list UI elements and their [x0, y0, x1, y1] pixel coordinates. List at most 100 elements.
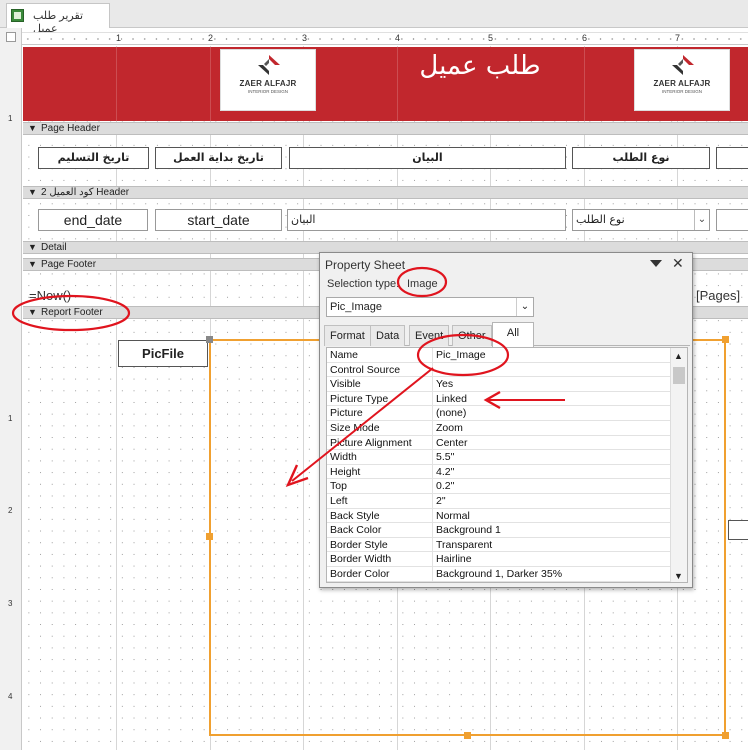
band-label: Report Footer — [41, 307, 103, 318]
property-row[interactable]: Height 4.2" — [327, 464, 670, 480]
picfile-label[interactable]: PicFile — [118, 340, 208, 367]
property-value[interactable]: Zoom — [436, 422, 463, 434]
property-row[interactable]: Picture (none) — [327, 406, 670, 421]
property-value[interactable]: 2" — [436, 495, 446, 507]
column-separator — [432, 362, 433, 377]
tab-data[interactable]: Data — [370, 325, 406, 346]
scroll-thumb[interactable] — [673, 367, 685, 384]
group-header-bar[interactable]: ▼ كود العميل 2 Header — [23, 186, 748, 199]
property-sheet-panel[interactable]: Property Sheet ✕ Selection type: Image P… — [319, 252, 693, 588]
logo-subtitle: INTERIOR DESIGN — [661, 89, 702, 94]
property-value[interactable]: Transparent — [436, 539, 492, 551]
report-title-label[interactable]: طلب عميل — [400, 51, 560, 81]
property-value[interactable]: 5.5" — [436, 451, 454, 463]
property-row[interactable]: Left 2" — [327, 494, 670, 509]
property-name: Left — [330, 495, 348, 507]
property-value[interactable]: 4.2" — [436, 466, 454, 478]
ruler-number: 1 — [116, 33, 122, 43]
logo-image-right[interactable]: ZAER ALFAJR INTERIOR DESIGN — [634, 49, 730, 111]
property-name: Border Width — [330, 553, 392, 566]
property-grid[interactable]: Name Pic_Image Control Source Visible Yes Pic… — [326, 347, 688, 583]
ruler-number: 1 — [8, 114, 13, 123]
label-request-type[interactable]: نوع الطلب — [572, 147, 710, 169]
label-offscreen[interactable] — [716, 147, 748, 169]
property-row[interactable]: Back Color Background 1 — [327, 523, 670, 538]
band-label: Detail — [41, 242, 67, 253]
object-selector[interactable]: Pic_Image ⌄ — [326, 297, 534, 317]
ruler-corner-select[interactable] — [0, 28, 22, 46]
property-row[interactable]: Name Pic_Image — [327, 348, 670, 363]
property-row[interactable]: Width 5.5" — [327, 450, 670, 465]
property-value[interactable]: Normal — [436, 510, 470, 522]
property-row[interactable]: Visible Yes — [327, 377, 670, 392]
property-name: Control Source — [330, 363, 401, 376]
property-value[interactable]: Hairline — [436, 553, 472, 565]
report-header-section[interactable]: ZAER ALFAJR INTERIOR DESIGN ZAER ALFAJR … — [23, 47, 748, 121]
resize-handle[interactable] — [722, 732, 729, 739]
property-row[interactable]: Border Color Background 1, Darker 35% — [327, 567, 670, 582]
logo-image-left[interactable]: ZAER ALFAJR INTERIOR DESIGN — [220, 49, 316, 111]
chevron-down-icon[interactable]: ⌄ — [516, 298, 533, 316]
ruler-number: 4 — [395, 33, 401, 43]
property-value[interactable]: (none) — [436, 407, 466, 419]
vertical-ruler: 1 1 2 3 4 — [0, 46, 22, 750]
pages-expression[interactable]: [Pages] — [696, 288, 740, 303]
property-row[interactable]: Border Style Transparent — [327, 537, 670, 553]
label-delivery-date[interactable]: تاريخ التسليم — [38, 147, 149, 169]
chevron-down-icon[interactable]: ⌄ — [694, 210, 709, 230]
resize-handle[interactable] — [722, 336, 729, 343]
property-value[interactable]: Center — [436, 437, 468, 449]
label-statement[interactable]: البيان — [289, 147, 566, 169]
field-end-date[interactable]: end_date — [38, 209, 148, 231]
logo-name: ZAER ALFAJR — [653, 79, 711, 88]
tab-other[interactable]: Other — [452, 325, 492, 346]
scroll-down-icon[interactable]: ▼ — [674, 571, 683, 581]
field-offscreen[interactable] — [716, 209, 748, 231]
property-row[interactable]: Back Style Normal — [327, 508, 670, 524]
document-tab-bar: تقرير طلب عميل — [0, 0, 748, 35]
property-value[interactable]: Linked — [436, 393, 467, 405]
move-handle[interactable] — [206, 336, 213, 343]
offscreen-control[interactable] — [728, 520, 748, 540]
column-separator — [432, 391, 433, 406]
tab-event[interactable]: Event — [409, 325, 450, 346]
close-icon[interactable]: ✕ — [672, 255, 684, 272]
property-tabs: Format Data Event Other All — [324, 322, 690, 347]
now-expression[interactable]: =Now() — [29, 288, 71, 303]
selection-type-value: Image — [407, 278, 438, 290]
property-row[interactable]: Border Width Hairline — [327, 552, 670, 567]
resize-handle[interactable] — [464, 732, 471, 739]
property-value[interactable]: 0.2" — [436, 480, 454, 492]
panel-menu-icon[interactable] — [650, 260, 662, 267]
property-name: Name — [330, 349, 359, 361]
property-row[interactable]: Picture Alignment Center — [327, 435, 670, 451]
scroll-up-icon[interactable]: ▲ — [674, 351, 683, 361]
tab-report[interactable]: تقرير طلب عميل — [6, 3, 110, 35]
property-row[interactable]: Top 0.2" — [327, 479, 670, 494]
property-name: Back Color — [330, 524, 382, 537]
property-row[interactable]: Picture Type Linked — [327, 391, 670, 407]
property-value[interactable]: Background 1, Darker 35% — [436, 568, 562, 580]
ruler-number: 7 — [675, 33, 681, 43]
label-start-date[interactable]: تاريخ بداية العمل — [155, 147, 282, 169]
tab-all[interactable]: All — [492, 322, 534, 347]
property-scrollbar[interactable]: ▲ ▼ — [670, 348, 687, 582]
field-start-date[interactable]: start_date — [155, 209, 282, 231]
property-value[interactable]: Background 1 — [436, 524, 501, 536]
property-name: Border Style — [330, 538, 388, 551]
section-arrow-icon: ▼ — [28, 123, 37, 133]
property-sheet-title: Property Sheet — [325, 258, 406, 272]
property-value[interactable]: Yes — [436, 378, 453, 390]
section-arrow-icon: ▼ — [28, 187, 37, 197]
resize-handle[interactable] — [206, 533, 213, 540]
combo-request-type[interactable]: نوع الطلب ⌄ — [572, 209, 710, 231]
ruler-number: 2 — [208, 33, 214, 43]
field-statement[interactable]: البيان — [287, 209, 566, 231]
report-icon — [11, 9, 24, 22]
tab-format[interactable]: Format — [324, 325, 371, 346]
logo-subtitle: INTERIOR DESIGN — [247, 89, 288, 94]
property-value[interactable]: Pic_Image — [436, 349, 486, 361]
page-header-bar[interactable]: ▼ Page Header — [23, 122, 748, 135]
property-row[interactable]: Size Mode Zoom — [327, 421, 670, 436]
property-row[interactable]: Control Source — [327, 362, 670, 378]
